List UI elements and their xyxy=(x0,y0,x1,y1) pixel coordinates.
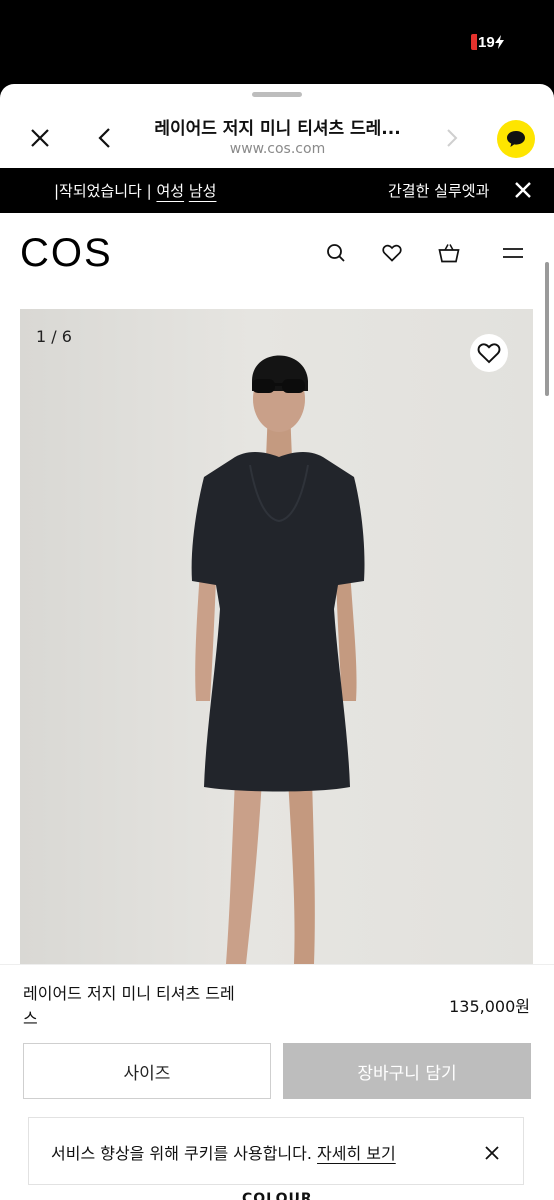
size-select-button[interactable]: 사이즈 xyxy=(23,1043,271,1099)
page-scrollbar[interactable] xyxy=(545,262,549,396)
shopping-bag-icon[interactable] xyxy=(435,239,463,267)
promo-men-link[interactable]: 남성 xyxy=(189,182,217,200)
cookie-close-icon[interactable] xyxy=(481,1142,503,1164)
sheet-grabber[interactable] xyxy=(252,92,302,97)
back-chevron-icon[interactable] xyxy=(90,122,118,154)
product-price: 135,000원 xyxy=(449,997,530,1016)
add-to-cart-button[interactable]: 장바구니 담기 xyxy=(283,1043,531,1099)
status-bar: 19 xyxy=(0,0,554,84)
cookie-text: 서비스 향상을 위해 쿠키를 사용합니다. xyxy=(51,1144,318,1163)
battery-percent: 19 xyxy=(478,33,495,51)
colour-section-label: COLOUR xyxy=(242,1191,313,1200)
promo-women-link[interactable]: 여성 xyxy=(156,182,184,200)
page-url[interactable]: www.cos.com xyxy=(140,141,415,157)
menu-icon[interactable] xyxy=(499,240,527,266)
charging-bolt-icon xyxy=(494,35,504,49)
browser-toolbar: 레이어드 저지 미니 티셔츠 드레... www.cos.com xyxy=(0,100,554,168)
forward-chevron-icon[interactable] xyxy=(440,122,464,154)
promo-close-icon[interactable] xyxy=(512,179,534,201)
cos-logo[interactable]: COS xyxy=(20,231,113,276)
promo-left: |작되었습니다 | 여성 남성 xyxy=(54,180,216,201)
battery-level-icon xyxy=(471,34,477,50)
cookie-details-link[interactable]: 자세히 보기 xyxy=(317,1144,396,1163)
battery-indicator: 19 xyxy=(471,32,504,52)
image-counter: 1 / 6 xyxy=(36,327,72,346)
cookie-message: 서비스 향상을 위해 쿠키를 사용합니다. 자세히 보기 xyxy=(51,1140,396,1164)
product-model-image xyxy=(191,355,365,964)
wishlist-heart-icon[interactable] xyxy=(379,240,405,266)
browser-sheet: 레이어드 저지 미니 티셔츠 드레... www.cos.com |작되었습니다… xyxy=(0,84,554,1200)
promo-text: |작되었습니다 | xyxy=(54,182,157,200)
cookie-banner: 서비스 향상을 위해 쿠키를 사용합니다. 자세히 보기 xyxy=(28,1117,524,1185)
promo-right-text: 간결한 실루엣과 xyxy=(388,182,490,200)
heart-icon xyxy=(477,343,501,364)
product-info-panel: 레이어드 저지 미니 티셔츠 드레스 135,000원 사이즈 장바구니 담기 … xyxy=(0,964,554,1200)
site-header: COS xyxy=(0,213,554,297)
page-title: 레이어드 저지 미니 티셔츠 드레... xyxy=(154,119,401,139)
add-to-wishlist-button[interactable] xyxy=(470,334,508,372)
product-name: 레이어드 저지 미니 티셔츠 드레스 xyxy=(23,984,235,1028)
search-icon[interactable] xyxy=(323,240,349,266)
chat-bubble-icon xyxy=(507,131,525,147)
close-icon[interactable] xyxy=(24,122,56,154)
promo-banner: |작되었습니다 | 여성 남성 간결한 실루엣과 xyxy=(0,168,554,213)
kakao-talk-button[interactable] xyxy=(497,120,535,158)
product-image-gallery[interactable]: 1 / 6 xyxy=(20,309,533,964)
